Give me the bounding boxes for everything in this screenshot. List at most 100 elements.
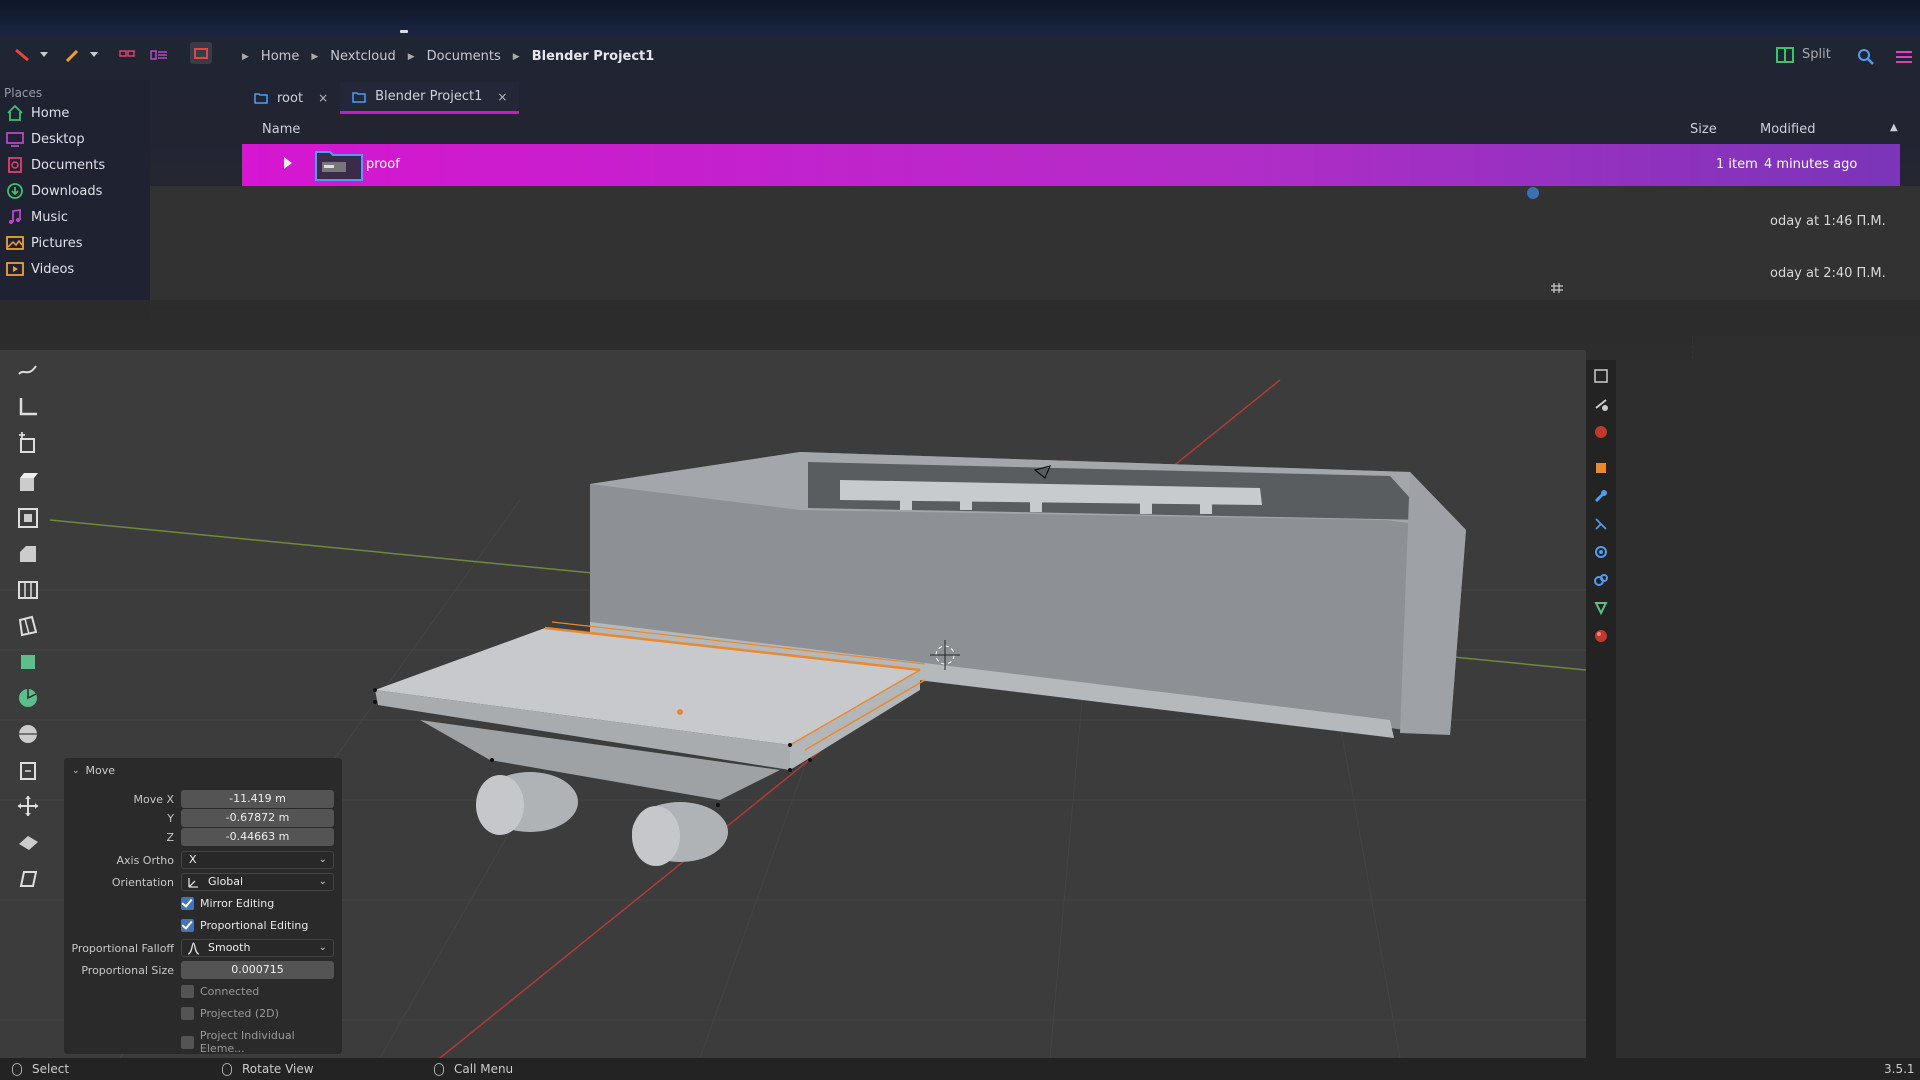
folder-icon <box>254 93 268 104</box>
checkbox-unchecked-icon[interactable] <box>181 1007 194 1020</box>
place-downloads[interactable]: Downloads <box>6 182 102 200</box>
place-documents[interactable]: Documents <box>6 156 105 174</box>
expand-arrow-icon[interactable] <box>284 157 292 169</box>
place-label: Documents <box>31 157 106 173</box>
tool-settings-icon[interactable] <box>1593 368 1609 384</box>
render-icon[interactable] <box>1593 396 1609 412</box>
breadcrumb-separator-icon: ▶ <box>512 52 520 62</box>
operator-panel-header[interactable]: ⌄ Move <box>72 764 115 777</box>
spin-icon <box>19 689 37 707</box>
move-z-row: Z -0.44663 m <box>64 828 342 846</box>
modifier-wrench-icon[interactable] <box>1593 488 1609 504</box>
home-icon <box>7 104 23 121</box>
falloff-select[interactable]: Smooth ⌄ <box>181 939 334 957</box>
extrude-tool[interactable] <box>11 466 45 498</box>
material-icon[interactable] <box>1593 628 1609 644</box>
breadcrumb-home[interactable]: Home <box>261 49 299 64</box>
proportional-size-row: Proportional Size 0.000715 <box>64 961 342 979</box>
loop-cut-tool[interactable] <box>11 574 45 606</box>
checkbox-checked-icon[interactable] <box>181 897 194 910</box>
status-call-menu-label: Call Menu <box>454 1062 514 1076</box>
edit-icon[interactable] <box>64 48 82 62</box>
proportional-size-field[interactable]: 0.000715 <box>181 961 334 979</box>
move-y-field[interactable]: -0.67872 m <box>181 809 334 827</box>
add-cube-icon <box>19 432 35 453</box>
smooth-tool[interactable] <box>11 718 45 750</box>
axis-ortho-select[interactable]: X ⌄ <box>181 851 334 869</box>
breadcrumb-current[interactable]: Blender Project1 <box>532 49 655 64</box>
chevron-down-icon: ⌄ <box>318 854 327 865</box>
back-icon[interactable] <box>14 48 32 62</box>
inset-tool[interactable] <box>11 502 45 534</box>
falloff-row: Proportional Falloff Smooth ⌄ <box>64 939 342 957</box>
split-view-icon[interactable] <box>190 42 212 64</box>
column-header: Name Size Modified ▲ <box>242 118 1900 142</box>
videos-icon <box>6 262 24 276</box>
close-icon[interactable]: × <box>318 91 328 105</box>
documents-icon <box>8 157 22 173</box>
move-y-row: Y -0.67872 m <box>64 809 342 827</box>
add-cube-tool[interactable] <box>11 428 45 460</box>
view-details-icon[interactable] <box>150 48 168 62</box>
column-name[interactable]: Name <box>262 122 300 137</box>
chevron-down-icon[interactable]: ⌄ <box>72 766 80 776</box>
measure-tool[interactable] <box>11 390 45 422</box>
place-label: Pictures <box>31 235 83 251</box>
knife-tool[interactable] <box>11 610 45 642</box>
move-y-label: Y <box>167 812 174 825</box>
place-label: Videos <box>31 261 75 277</box>
object-icon[interactable] <box>1593 460 1609 476</box>
place-pictures[interactable]: Pictures <box>6 234 82 252</box>
bevel-tool[interactable] <box>11 538 45 570</box>
data-mesh-icon[interactable] <box>1593 600 1609 616</box>
world-icon[interactable] <box>1593 424 1609 440</box>
status-bar: Select Rotate View Call Menu 3.5.1 <box>0 1058 1920 1080</box>
move-x-field[interactable]: -11.419 m <box>181 790 334 808</box>
place-music[interactable]: Music <box>6 208 68 226</box>
spin-tool[interactable] <box>11 682 45 714</box>
dropdown-arrow-icon[interactable] <box>36 48 54 62</box>
close-icon[interactable]: × <box>497 90 507 104</box>
move-tool[interactable] <box>11 790 45 822</box>
checkbox-checked-icon[interactable] <box>181 919 194 932</box>
connected-checkbox[interactable]: Connected <box>181 985 259 998</box>
breadcrumb-nextcloud[interactable]: Nextcloud <box>330 49 396 64</box>
project-individual-row: Project Individual Eleme... <box>64 1027 342 1055</box>
particles-icon[interactable] <box>1593 516 1609 532</box>
physics-icon[interactable] <box>1593 544 1609 560</box>
column-modified[interactable]: Modified <box>1760 122 1815 137</box>
split-icon[interactable] <box>1776 47 1794 63</box>
falloff-label: Proportional Falloff <box>71 942 174 955</box>
file-row-proof[interactable]: proof 1 item 4 minutes ago <box>242 144 1900 186</box>
orientation-select[interactable]: Global ⌄ <box>181 873 334 891</box>
constraints-icon[interactable] <box>1593 572 1609 588</box>
tab-blender-project1[interactable]: Blender Project1 × <box>340 82 520 114</box>
shrink-fatten-tool[interactable] <box>11 754 45 786</box>
rip-tool[interactable] <box>11 826 45 858</box>
breadcrumb-documents[interactable]: Documents <box>427 49 501 64</box>
places-title: Places <box>4 86 43 100</box>
split-button[interactable]: Split <box>1802 47 1831 62</box>
dropdown-arrow-icon-2[interactable] <box>86 48 104 62</box>
checkbox-unchecked-icon[interactable] <box>181 985 194 998</box>
projected-checkbox[interactable]: Projected (2D) <box>181 1007 279 1020</box>
mouse-middle-icon <box>222 1062 232 1076</box>
shear-tool[interactable] <box>11 862 45 894</box>
place-desktop[interactable]: Desktop <box>6 130 85 148</box>
column-size[interactable]: Size <box>1690 122 1717 137</box>
checkbox-unchecked-icon[interactable] <box>181 1035 194 1049</box>
project-individual-checkbox[interactable]: Project Individual Eleme... <box>181 1029 342 1055</box>
project-individual-label: Project Individual Eleme... <box>199 1029 295 1055</box>
place-videos[interactable]: Videos <box>6 260 74 278</box>
place-home[interactable]: Home <box>6 104 69 122</box>
search-icon[interactable] <box>1856 48 1876 66</box>
move-z-field[interactable]: -0.44663 m <box>181 828 334 846</box>
proportional-editing-checkbox[interactable]: Proportional Editing <box>181 919 308 932</box>
view-icons-icon[interactable] <box>118 48 136 62</box>
mirror-editing-checkbox[interactable]: Mirror Editing <box>181 897 274 910</box>
sort-ascending-icon[interactable]: ▲ <box>1890 122 1898 133</box>
annotate-tool[interactable] <box>11 354 45 386</box>
poly-build-tool[interactable] <box>11 646 45 678</box>
menu-icon[interactable] <box>1894 48 1914 66</box>
tab-root[interactable]: root × <box>242 82 340 114</box>
